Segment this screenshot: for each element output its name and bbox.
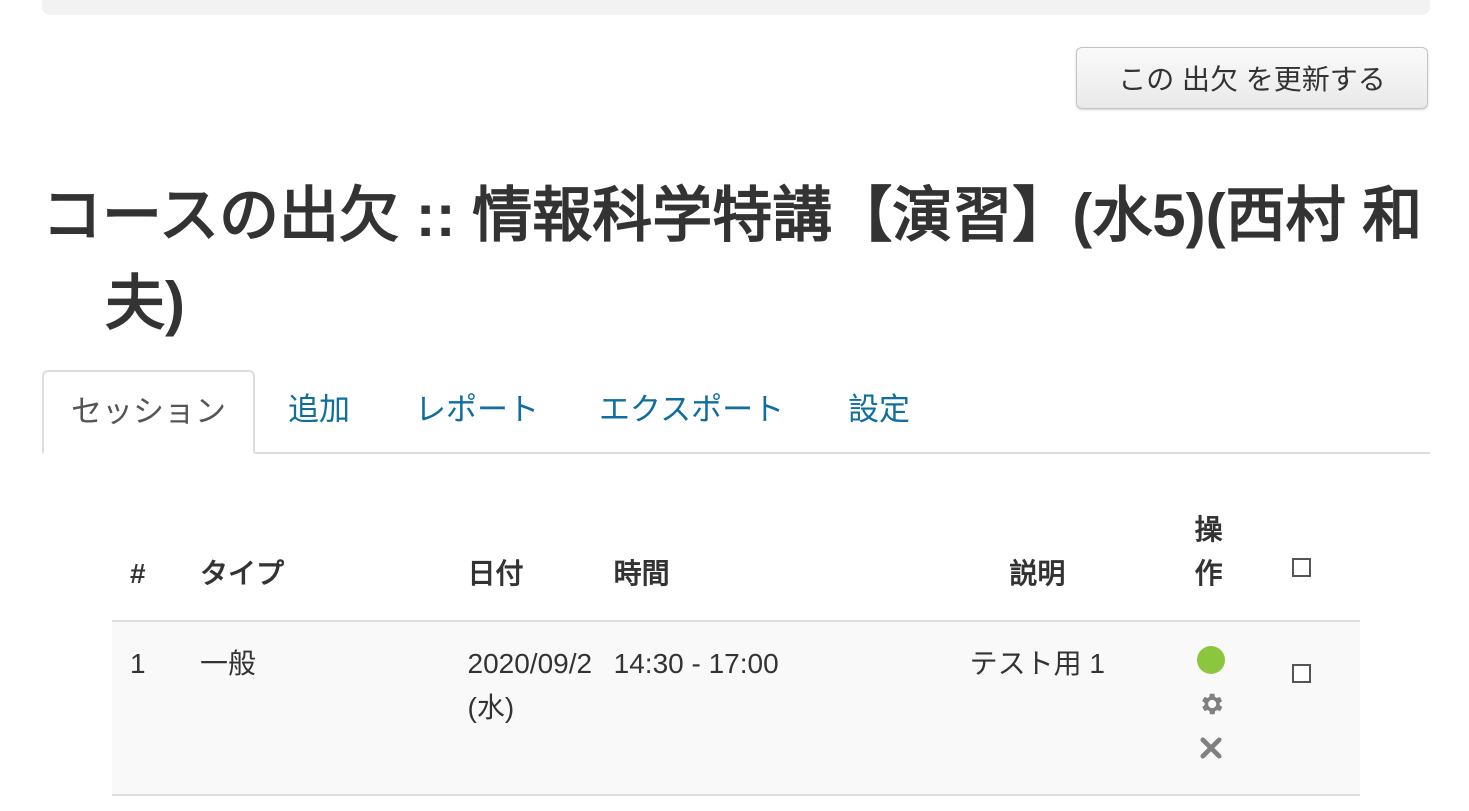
header-actions-label: 操作 bbox=[1194, 514, 1223, 589]
page-title: コースの出欠 :: 情報科学特講【演習】(水5)(西村 和夫) bbox=[42, 182, 1423, 337]
tab-report[interactable]: レポート bbox=[415, 370, 539, 454]
row-time: 14:30 - 17:00 bbox=[613, 621, 880, 796]
settings-gear-icon[interactable] bbox=[1197, 690, 1225, 718]
sessions-table: # タイプ 日付 時間 説明 操作 1 一般 2020/09/2 (水) 14:… bbox=[112, 508, 1360, 796]
header-type: タイプ bbox=[199, 508, 468, 622]
row-description: テスト用 1 bbox=[880, 621, 1195, 796]
header-num: # bbox=[112, 508, 200, 622]
row-type: 一般 bbox=[199, 621, 468, 796]
top-bar bbox=[42, 0, 1430, 15]
update-attendance-button[interactable]: この 出欠 を更新する bbox=[1076, 47, 1428, 109]
tab-sessions[interactable]: セッション bbox=[42, 370, 255, 454]
row-checkbox[interactable] bbox=[1291, 664, 1311, 684]
header-description: 説明 bbox=[880, 508, 1195, 622]
tab-add[interactable]: 追加 bbox=[288, 370, 350, 454]
table-header-row: # タイプ 日付 時間 説明 操作 bbox=[112, 508, 1360, 622]
tab-bar: セッション 追加 レポート エクスポート 設定 bbox=[42, 370, 1430, 454]
take-attendance-icon[interactable] bbox=[1196, 646, 1225, 674]
select-all-checkbox[interactable] bbox=[1291, 558, 1311, 578]
header-select-all bbox=[1265, 508, 1360, 622]
row-date: 2020/09/2 (水) bbox=[467, 621, 614, 796]
tab-settings[interactable]: 設定 bbox=[848, 370, 910, 454]
delete-x-icon[interactable] bbox=[1197, 734, 1225, 762]
row-num: 1 bbox=[112, 621, 200, 796]
table-row: 1 一般 2020/09/2 (水) 14:30 - 17:00 テスト用 1 bbox=[112, 621, 1360, 796]
tab-export[interactable]: エクスポート bbox=[599, 370, 784, 454]
header-time: 時間 bbox=[613, 508, 880, 622]
row-select bbox=[1265, 621, 1360, 796]
header-actions: 操作 bbox=[1194, 508, 1266, 622]
header-date: 日付 bbox=[467, 508, 614, 622]
row-actions bbox=[1194, 621, 1266, 796]
